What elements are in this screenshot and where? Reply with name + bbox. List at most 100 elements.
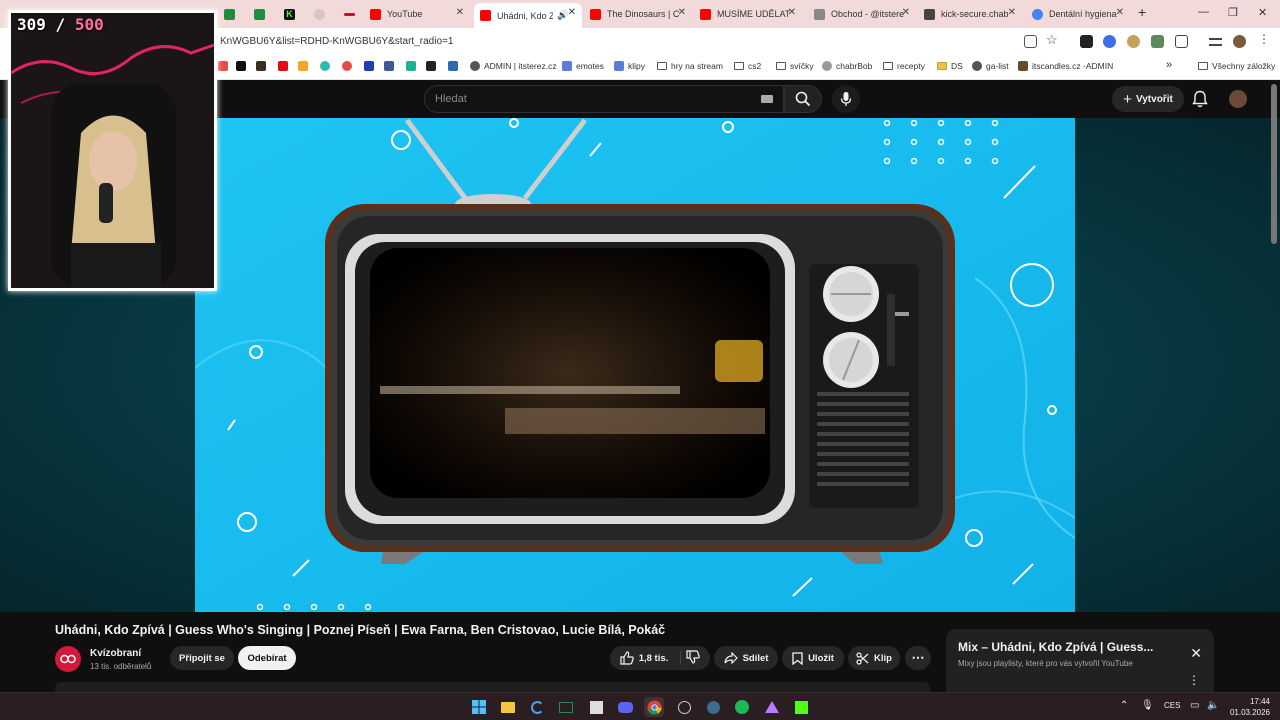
close-tab-icon[interactable]: ✕ xyxy=(1116,7,1124,18)
chevron-up-icon[interactable]: ⌃ xyxy=(1120,700,1128,711)
account-avatar[interactable] xyxy=(1229,90,1247,108)
bookmark[interactable] xyxy=(342,61,356,71)
save-button[interactable]: Uložit xyxy=(782,646,844,670)
bookmark-emotes[interactable]: emotes xyxy=(562,61,604,71)
bookmark-itscandles[interactable]: itscandles.cz -ADMIN xyxy=(1018,61,1113,71)
bookmark-galist[interactable]: ga-list xyxy=(972,61,1009,71)
more-actions-button[interactable]: ⋯ xyxy=(905,646,931,670)
bookmark[interactable] xyxy=(236,61,250,71)
bookmark-folder-cs2[interactable]: cs2 xyxy=(734,61,761,71)
extension-icon[interactable] xyxy=(1103,35,1116,48)
star-icon[interactable]: ☆ xyxy=(1046,32,1059,47)
bookmark[interactable] xyxy=(384,61,398,71)
bookmark-admin[interactable]: ADMIN | itsterez.cz xyxy=(470,61,557,71)
close-tab-icon[interactable]: ✕ xyxy=(678,7,686,18)
bookmark[interactable] xyxy=(278,61,292,71)
tab-dentalni[interactable]: Dentální hygiena ✕ xyxy=(1026,3,1130,25)
mix-title[interactable]: Mix – Uhádni, Kdo Zpívá | Guess... xyxy=(958,640,1153,654)
tab-obchod[interactable]: Obchod - @itstere ✕ xyxy=(808,3,916,25)
page-scrollbar[interactable] xyxy=(1271,84,1277,244)
browser-tab[interactable] xyxy=(308,3,330,25)
tab-dinosaurs[interactable]: The Dinosaurs | C ✕ xyxy=(584,3,692,25)
kick-button[interactable] xyxy=(791,697,811,717)
spotify-button[interactable] xyxy=(732,697,752,717)
extension-icon[interactable] xyxy=(1127,35,1140,48)
bookmark[interactable] xyxy=(256,61,270,71)
taskbar-app-button[interactable] xyxy=(586,697,606,717)
voice-search-button[interactable] xyxy=(832,85,860,113)
browser-tab[interactable] xyxy=(218,3,240,25)
bookmark-folder-hry[interactable]: hry na stream xyxy=(657,61,723,71)
discord-button[interactable] xyxy=(615,697,635,717)
like-button[interactable]: 1,8 tis. xyxy=(620,651,682,665)
profile-avatar[interactable] xyxy=(1233,35,1246,48)
install-app-icon[interactable] xyxy=(1024,35,1037,48)
join-button[interactable]: Připojit se xyxy=(170,646,234,670)
tab-kick-secure[interactable]: kick-secure.chab ✕ xyxy=(918,3,1022,25)
taskbar-app-button[interactable] xyxy=(556,697,576,717)
close-tab-icon[interactable]: ✕ xyxy=(902,7,910,18)
bookmark[interactable] xyxy=(218,61,232,71)
url-field[interactable]: KnWGBU6Y&list=RDHD-KnWGBU6Y&start_radio=… xyxy=(220,36,453,47)
start-button[interactable] xyxy=(469,697,489,717)
close-icon[interactable]: ✕ xyxy=(1190,645,1202,662)
maximize-button[interactable]: ❐ xyxy=(1228,6,1238,19)
system-clock[interactable]: 17:44 01.03.2026 xyxy=(1226,696,1270,718)
bookmark-folder-recepty[interactable]: recepty xyxy=(883,61,925,71)
chrome-button[interactable] xyxy=(644,697,664,717)
search-box[interactable]: Hledat xyxy=(424,85,784,113)
steam-button[interactable] xyxy=(703,697,723,717)
close-window-button[interactable]: ✕ xyxy=(1258,6,1267,19)
close-tab-icon[interactable]: ✕ xyxy=(788,7,796,18)
more-bookmarks-icon[interactable]: » xyxy=(1166,59,1172,71)
reading-list-icon[interactable] xyxy=(1209,38,1222,46)
search-input[interactable]: Hledat xyxy=(435,93,467,105)
browser-tab[interactable] xyxy=(248,3,270,25)
extension-icon[interactable] xyxy=(1080,35,1093,48)
network-icon[interactable]: ▭ xyxy=(1190,700,1199,711)
tab-active-video[interactable]: Uhádni, Kdo Z 🔊 ✕ xyxy=(474,3,582,28)
bookmark-folder-ds[interactable]: DS xyxy=(937,61,963,71)
bookmark-chabrbob[interactable]: chabrBob xyxy=(822,61,872,71)
minimize-button[interactable]: — xyxy=(1198,6,1209,18)
description-box-edge[interactable] xyxy=(55,682,930,692)
speaker-icon[interactable]: 🔊 xyxy=(557,10,568,21)
taskbar-app-button[interactable] xyxy=(674,697,694,717)
volume-icon[interactable]: 🔈 xyxy=(1207,700,1219,711)
bookmark[interactable] xyxy=(298,61,312,71)
extension-icon[interactable] xyxy=(1151,35,1164,48)
clip-button[interactable]: Klip xyxy=(848,646,900,670)
file-explorer-button[interactable] xyxy=(498,697,518,717)
close-tab-icon[interactable]: ✕ xyxy=(568,7,576,18)
bookmark-folder-svicky[interactable]: svíčky xyxy=(776,61,814,71)
taskbar-app-button[interactable] xyxy=(527,697,547,717)
browser-tab[interactable]: K xyxy=(278,3,300,25)
video-player[interactable] xyxy=(195,118,1075,612)
tab-youtube[interactable]: YouTube ✕ xyxy=(364,3,470,25)
keyboard-icon[interactable] xyxy=(761,95,773,103)
more-vertical-icon[interactable]: ⋮ xyxy=(1188,673,1200,687)
new-tab-button[interactable]: + xyxy=(1138,4,1146,20)
browser-tab[interactable] xyxy=(338,3,360,25)
create-button[interactable]: + Vytvořit xyxy=(1112,86,1184,112)
share-button[interactable]: Sdílet xyxy=(714,646,778,670)
bookmark[interactable] xyxy=(448,61,462,71)
bookmark[interactable] xyxy=(320,61,334,71)
close-tab-icon[interactable]: ✕ xyxy=(456,7,464,18)
mix-playlist-panel[interactable]: Mix – Uhádni, Kdo Zpívá | Guess... Mixy … xyxy=(946,629,1214,692)
channel-name[interactable]: Kvízobraní xyxy=(90,648,141,659)
microphone-icon[interactable]: 🎙 xyxy=(1141,700,1154,711)
search-button[interactable] xyxy=(784,85,822,113)
language-indicator[interactable]: CES xyxy=(1164,701,1180,710)
dislike-button[interactable] xyxy=(686,649,701,667)
subscribe-button[interactable]: Odebírat xyxy=(238,646,296,670)
taskbar-app-button[interactable] xyxy=(762,697,782,717)
bookmark-klipy[interactable]: klipy xyxy=(614,61,645,71)
bookmark[interactable] xyxy=(426,61,440,71)
notifications-bell-icon[interactable] xyxy=(1192,90,1208,108)
channel-avatar[interactable] xyxy=(55,646,81,672)
bookmark[interactable] xyxy=(364,61,378,71)
tab-musime[interactable]: MUSÍME UDĚLAT ✕ xyxy=(694,3,802,25)
puzzle-icon[interactable] xyxy=(1175,35,1188,48)
bookmark[interactable] xyxy=(406,61,420,71)
